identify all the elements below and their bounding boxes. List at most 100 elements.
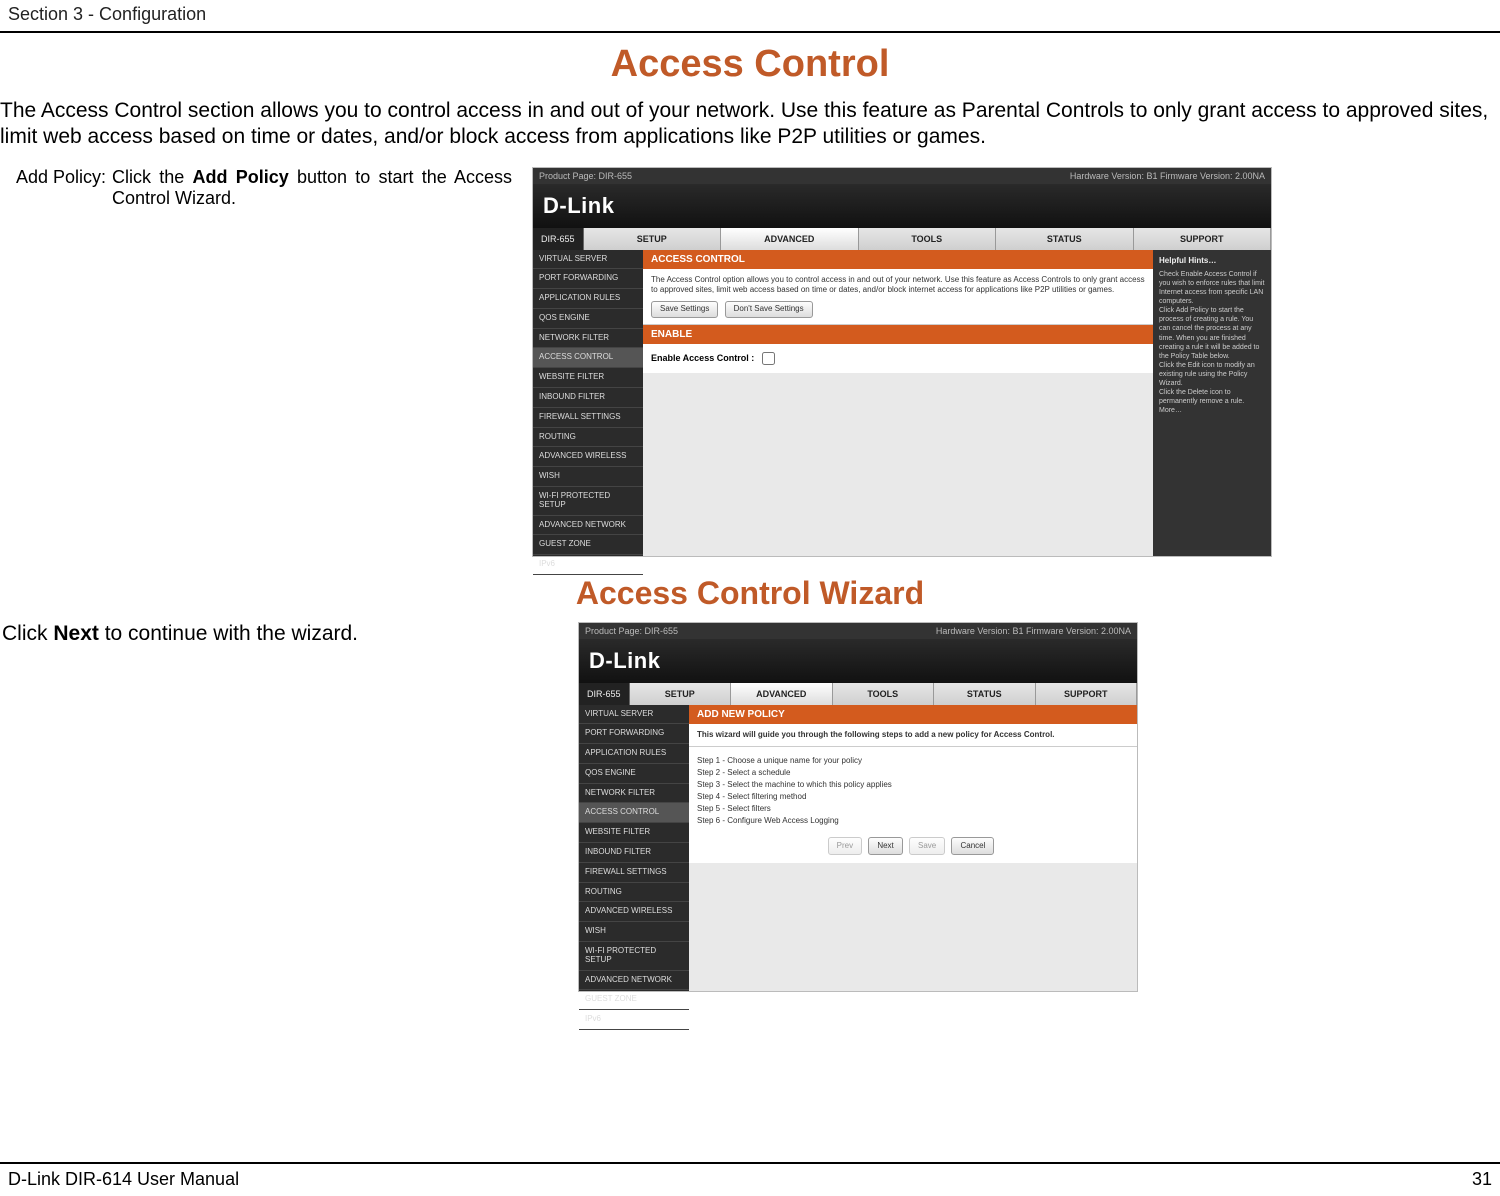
sidebar-item-website-filter[interactable]: WEBSITE FILTER [579, 823, 689, 843]
sidebar-item-guest-zone[interactable]: GUEST ZONE [533, 535, 643, 555]
save-settings-button[interactable]: Save Settings [651, 301, 718, 317]
tab2-support[interactable]: SUPPORT [1036, 683, 1138, 705]
ss1-enable-row: Enable Access Control : [643, 344, 1153, 373]
wizard-ui-screenshot: Product Page: DIR-655 Hardware Version: … [578, 622, 1138, 992]
sidebar-item-ipv6[interactable]: IPv6 [579, 1010, 689, 1030]
tab2-tools[interactable]: TOOLS [833, 683, 935, 705]
router-ui-screenshot: Product Page: DIR-655 Hardware Version: … [532, 167, 1272, 557]
sidebar-item-wi-fi-protected-setup[interactable]: WI-FI PROTECTED SETUP [579, 942, 689, 971]
page-footer: D-Link DIR-614 User Manual 31 [0, 1169, 1500, 1190]
ss1-panel-title: ACCESS CONTROL [643, 250, 1153, 269]
sidebar-item-virtual-server[interactable]: VIRTUAL SERVER [533, 250, 643, 270]
dlink-logo-2: D-Link [589, 648, 660, 674]
sidebar-item-advanced-network[interactable]: ADVANCED NETWORK [533, 516, 643, 536]
ss1-body: VIRTUAL SERVERPORT FORWARDINGAPPLICATION… [533, 250, 1271, 556]
footer-left: D-Link DIR-614 User Manual [8, 1169, 239, 1190]
sidebar-item-firewall-settings[interactable]: FIREWALL SETTINGS [579, 863, 689, 883]
ss1-device-label: DIR-655 [533, 228, 584, 250]
sidebar-item-network-filter[interactable]: NETWORK FILTER [533, 329, 643, 349]
tab-tools[interactable]: TOOLS [859, 228, 997, 250]
ss1-tabs: DIR-655 SETUP ADVANCED TOOLS STATUS SUPP… [533, 228, 1271, 250]
ss2-panel-title: ADD NEW POLICY [689, 705, 1137, 724]
tab-status[interactable]: STATUS [996, 228, 1134, 250]
tab-advanced[interactable]: ADVANCED [721, 228, 859, 250]
enable-access-control-checkbox[interactable] [762, 352, 775, 365]
sidebar-item-wish[interactable]: WISH [533, 467, 643, 487]
sidebar-item-virtual-server[interactable]: VIRTUAL SERVER [579, 705, 689, 725]
sidebar-item-network-filter[interactable]: NETWORK FILTER [579, 784, 689, 804]
ss2-body: VIRTUAL SERVERPORT FORWARDINGAPPLICATION… [579, 705, 1137, 991]
enable-access-control-label: Enable Access Control : [651, 353, 754, 363]
sidebar-item-advanced-wireless[interactable]: ADVANCED WIRELESS [533, 447, 643, 467]
tab2-setup[interactable]: SETUP [630, 683, 732, 705]
sidebar-item-ipv6[interactable]: IPv6 [533, 555, 643, 575]
helpful-hints-text: Check Enable Access Control if you wish … [1159, 270, 1265, 416]
tab2-advanced[interactable]: ADVANCED [731, 683, 833, 705]
sidebar-item-inbound-filter[interactable]: INBOUND FILTER [579, 843, 689, 863]
wizard-step-5: Step 5 - Select filters [697, 803, 1129, 815]
next-button[interactable]: Next [868, 837, 902, 855]
wizard-step-4: Step 4 - Select filtering method [697, 791, 1129, 803]
sidebar-item-routing[interactable]: ROUTING [533, 428, 643, 448]
wizard-row: Click Next to continue with the wizard. … [0, 622, 1500, 992]
ss2-device-label: DIR-655 [579, 683, 630, 705]
footer-page-number: 31 [1472, 1169, 1492, 1190]
ss1-panel-desc: The Access Control option allows you to … [651, 275, 1145, 296]
tab2-status[interactable]: STATUS [934, 683, 1036, 705]
wizard-step-6: Step 6 - Configure Web Access Logging [697, 815, 1129, 827]
ss1-brandbar: D-Link [533, 184, 1271, 228]
sidebar-item-website-filter[interactable]: WEBSITE FILTER [533, 368, 643, 388]
add-policy-desc-pre: Click the [112, 167, 192, 187]
sidebar-item-wish[interactable]: WISH [579, 922, 689, 942]
screenshot-1: Product Page: DIR-655 Hardware Version: … [532, 167, 1272, 557]
ss1-topbar: Product Page: DIR-655 Hardware Version: … [533, 168, 1271, 184]
sidebar-item-port-forwarding[interactable]: PORT FORWARDING [579, 724, 689, 744]
sidebar-item-routing[interactable]: ROUTING [579, 883, 689, 903]
ss2-panel-desc: This wizard will guide you through the f… [697, 730, 1055, 739]
save-button: Save [909, 837, 945, 855]
wizard-text-bold: Next [53, 622, 99, 645]
ss2-brandbar: D-Link [579, 639, 1137, 683]
page-title: Access Control [0, 43, 1500, 86]
sidebar-item-firewall-settings[interactable]: FIREWALL SETTINGS [533, 408, 643, 428]
sidebar-item-access-control[interactable]: ACCESS CONTROL [533, 348, 643, 368]
sidebar-item-application-rules[interactable]: APPLICATION RULES [579, 744, 689, 764]
add-policy-label: Add Policy: [10, 167, 112, 188]
ss1-help-panel: Helpful Hints… Check Enable Access Contr… [1153, 250, 1271, 556]
ss1-topbar-right: Hardware Version: B1 Firmware Version: 2… [1070, 171, 1265, 181]
sidebar-item-advanced-wireless[interactable]: ADVANCED WIRELESS [579, 902, 689, 922]
tab-support[interactable]: SUPPORT [1134, 228, 1272, 250]
ss2-topbar-right: Hardware Version: B1 Firmware Version: 2… [936, 626, 1131, 636]
ss1-sidebar: VIRTUAL SERVERPORT FORWARDINGAPPLICATION… [533, 250, 643, 556]
add-policy-row: Add Policy: Click the Add Policy button … [0, 163, 1500, 557]
sidebar-item-qos-engine[interactable]: QOS ENGINE [579, 764, 689, 784]
ss1-enable-title: ENABLE [643, 325, 1153, 344]
ss2-topbar: Product Page: DIR-655 Hardware Version: … [579, 623, 1137, 639]
sidebar-item-inbound-filter[interactable]: INBOUND FILTER [533, 388, 643, 408]
ss1-main: ACCESS CONTROL The Access Control option… [643, 250, 1153, 556]
sidebar-item-port-forwarding[interactable]: PORT FORWARDING [533, 269, 643, 289]
add-policy-desc-bold: Add Policy [192, 167, 288, 187]
sidebar-item-access-control[interactable]: ACCESS CONTROL [579, 803, 689, 823]
sidebar-item-wi-fi-protected-setup[interactable]: WI-FI PROTECTED SETUP [533, 487, 643, 516]
tab-setup[interactable]: SETUP [584, 228, 722, 250]
prev-button: Prev [828, 837, 862, 855]
ss1-panel-body: The Access Control option allows you to … [643, 269, 1153, 325]
intro-paragraph: The Access Control section allows you to… [0, 98, 1500, 163]
dont-save-settings-button[interactable]: Don't Save Settings [725, 301, 813, 317]
wizard-step-2: Step 2 - Select a schedule [697, 767, 1129, 779]
ss2-main: ADD NEW POLICY This wizard will guide yo… [689, 705, 1137, 991]
ss2-tabs: DIR-655 SETUP ADVANCED TOOLS STATUS SUPP… [579, 683, 1137, 705]
ss1-topbar-left: Product Page: DIR-655 [539, 171, 632, 181]
sidebar-item-application-rules[interactable]: APPLICATION RULES [533, 289, 643, 309]
sidebar-item-advanced-network[interactable]: ADVANCED NETWORK [579, 971, 689, 991]
helpful-hints-title: Helpful Hints… [1159, 256, 1265, 266]
wizard-button-row: Prev Next Save Cancel [697, 837, 1129, 855]
header-rule [0, 31, 1500, 33]
cancel-button[interactable]: Cancel [951, 837, 994, 855]
footer-rule [0, 1162, 1500, 1164]
wizard-instruction: Click Next to continue with the wizard. [0, 622, 560, 646]
sidebar-item-qos-engine[interactable]: QOS ENGINE [533, 309, 643, 329]
ss1-button-row: Save Settings Don't Save Settings [651, 301, 1145, 317]
sidebar-item-guest-zone[interactable]: GUEST ZONE [579, 990, 689, 1010]
